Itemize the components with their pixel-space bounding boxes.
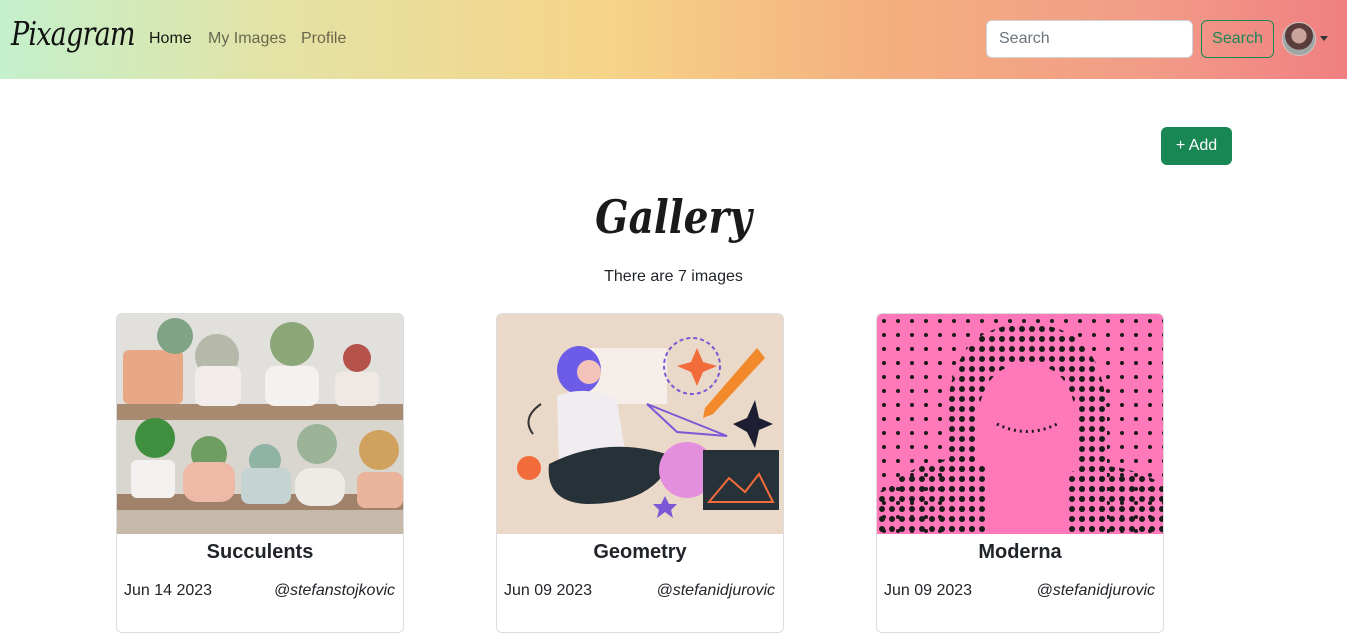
- page-title: Gallery: [595, 190, 752, 244]
- card-date: Jun 14 2023: [124, 582, 213, 599]
- add-image-button[interactable]: + Add: [1161, 127, 1232, 165]
- card-title: Moderna: [978, 541, 1062, 563]
- search-button[interactable]: Search: [1201, 20, 1274, 58]
- brand-logo[interactable]: Pixagram: [11, 14, 136, 53]
- image-card[interactable]: Succulents Jun 14 2023 @stefanstojkovic: [116, 313, 404, 633]
- card-image-succulents[interactable]: [117, 314, 403, 534]
- card-image-moderna[interactable]: [877, 314, 1163, 534]
- card-image-geometry[interactable]: [497, 314, 783, 534]
- chevron-down-icon[interactable]: [1320, 36, 1328, 41]
- image-card[interactable]: Moderna Jun 09 2023 @stefanidjurovic: [876, 313, 1164, 633]
- user-avatar[interactable]: [1282, 22, 1316, 56]
- navbar: Pixagram Home My Images Profile Search: [0, 0, 1347, 79]
- card-username[interactable]: @stefanstojkovic: [274, 582, 395, 600]
- nav-link-my-images[interactable]: My Images: [208, 30, 286, 48]
- image-card[interactable]: Geometry Jun 09 2023 @stefanidjurovic: [496, 313, 784, 633]
- card-date: Jun 09 2023: [504, 582, 593, 599]
- card-title: Succulents: [206, 541, 314, 563]
- nav-link-home[interactable]: Home: [149, 30, 192, 48]
- card-title: Geometry: [593, 541, 687, 563]
- nav-link-profile[interactable]: Profile: [301, 30, 346, 48]
- card-date: Jun 09 2023: [884, 582, 973, 599]
- search-input[interactable]: [986, 20, 1193, 58]
- image-count-text: There are 7 images: [604, 268, 743, 285]
- card-username[interactable]: @stefanidjurovic: [1036, 582, 1155, 600]
- card-username[interactable]: @stefanidjurovic: [656, 582, 775, 600]
